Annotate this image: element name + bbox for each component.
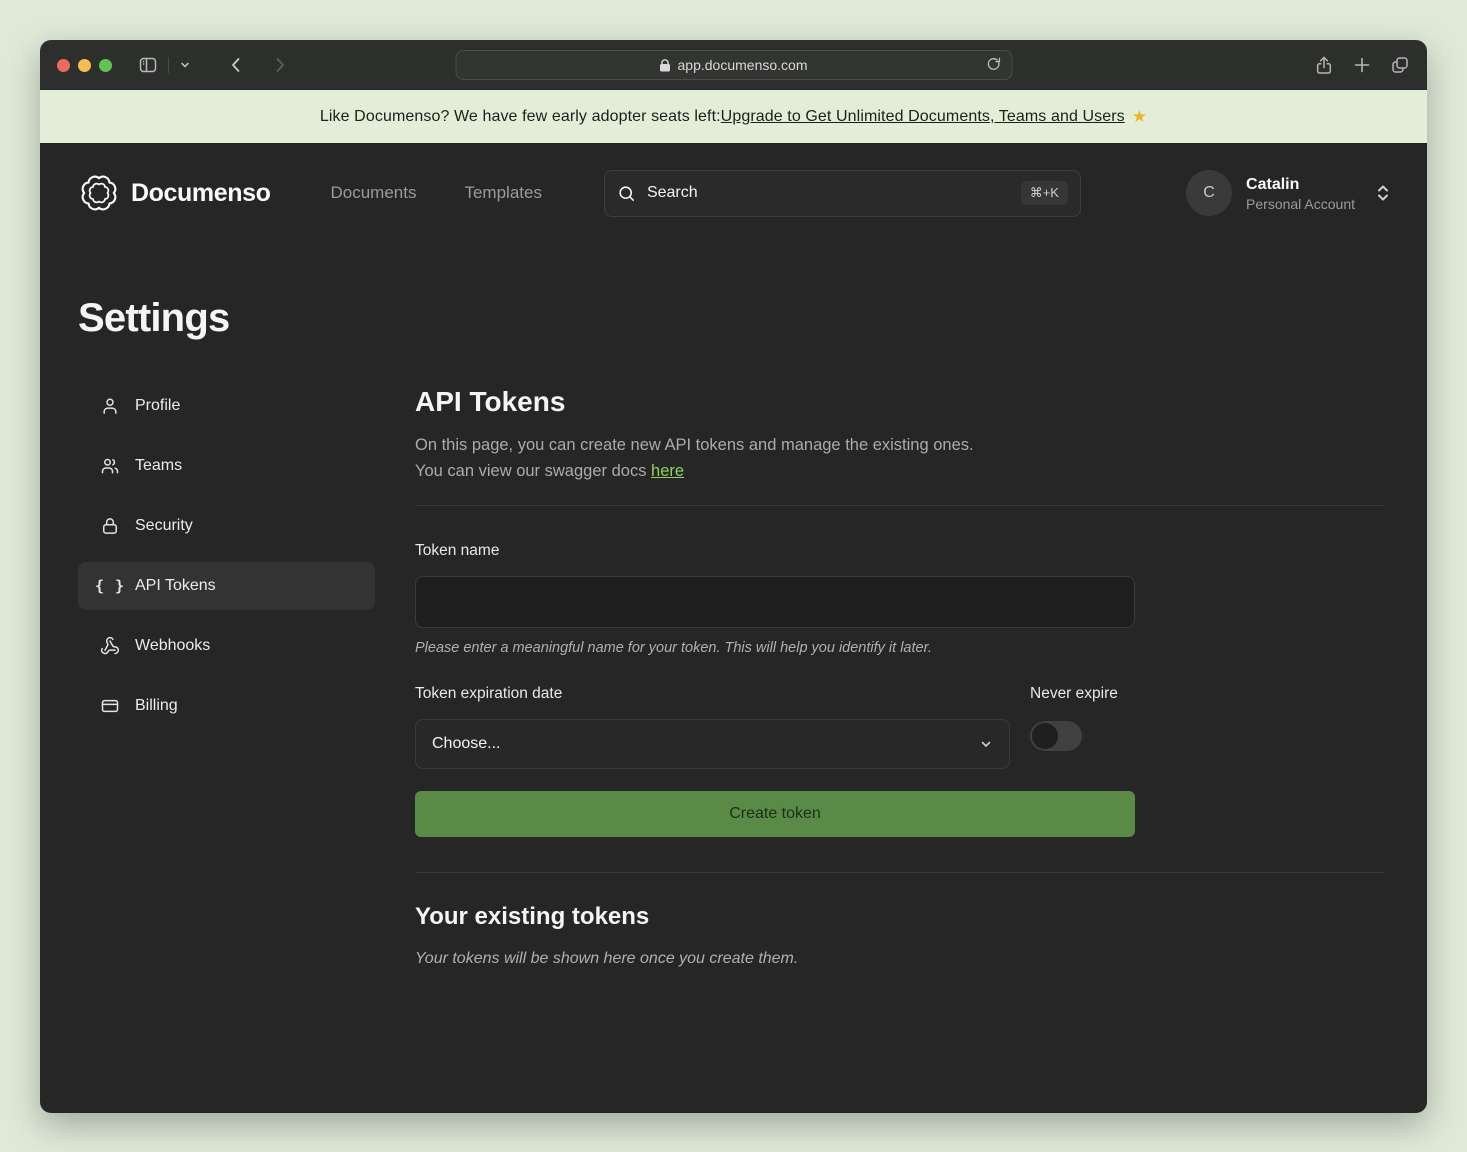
sidebar-item-label: Teams [135,457,182,475]
divider [415,872,1385,873]
close-window-button[interactable] [57,59,70,72]
account-menu[interactable]: C Catalin Personal Account [1186,170,1407,216]
search-input[interactable]: Search ⌘+K [604,170,1081,217]
braces-icon: { } [100,577,120,595]
traffic-lights [40,59,112,72]
chevron-down-icon[interactable] [179,59,191,71]
app-header: Documenso Documents Templates Search ⌘+K… [40,143,1427,243]
sidebar-item-webhooks[interactable]: Webhooks [78,622,375,670]
minimize-window-button[interactable] [78,59,91,72]
tabs-overview-icon[interactable] [1390,55,1410,75]
page-title: Settings [78,296,1427,341]
sidebar-item-label: API Tokens [135,577,216,595]
swagger-docs-link[interactable]: here [651,462,684,480]
existing-tokens-heading: Your existing tokens [415,903,1385,931]
token-name-label: Token name [415,542,1385,560]
api-tokens-panel: API Tokens On this page, you can create … [415,382,1385,968]
never-expire-toggle[interactable] [1030,721,1082,751]
forward-button[interactable] [271,56,289,74]
account-type: Personal Account [1246,195,1355,213]
banner-text: Like Documenso? We have few early adopte… [320,108,721,126]
new-tab-icon[interactable] [1352,55,1372,75]
settings-sidebar: Profile Teams [78,382,375,968]
create-token-button[interactable]: Create token [415,791,1135,837]
sidebar-item-profile[interactable]: Profile [78,382,375,430]
existing-tokens-empty-text: Your tokens will be shown here once you … [415,950,1385,968]
browser-chrome: app.documenso.com [40,40,1427,90]
section-description: On this page, you can create new API tok… [415,432,1385,484]
sidebar-item-teams[interactable]: Teams [78,442,375,490]
token-name-input[interactable] [415,576,1135,628]
chevron-down-icon [979,737,993,751]
section-heading: API Tokens [415,386,1385,418]
avatar: C [1186,170,1232,216]
star-icon: ★ [1132,107,1147,127]
back-button[interactable] [227,56,245,74]
expiration-label: Token expiration date [415,685,1030,703]
chevrons-up-down-icon [1375,184,1391,202]
account-name: Catalin [1246,174,1355,195]
address-bar[interactable]: app.documenso.com [455,50,1012,80]
sidebar-item-label: Billing [135,697,178,715]
documenso-app: Documenso Documents Templates Search ⌘+K… [40,143,1427,1113]
sidebar-item-label: Security [135,517,193,535]
token-name-hint: Please enter a meaningful name for your … [415,640,1385,656]
credit-card-icon [100,696,120,716]
chrome-divider [168,57,169,73]
lock-icon [100,516,120,536]
expiration-select[interactable]: Choose... [415,719,1010,769]
brand[interactable]: Documenso [80,174,270,212]
toggle-knob [1032,723,1058,749]
documenso-logo-icon [80,174,118,212]
never-expire-label: Never expire [1030,685,1118,703]
divider [415,505,1385,506]
nav-documents[interactable]: Documents [330,183,416,203]
browser-window: app.documenso.com [40,40,1427,1113]
sidebar-item-label: Profile [135,397,180,415]
description-line1: On this page, you can create new API tok… [415,436,974,454]
webhook-icon [100,636,120,656]
search-shortcut-badge: ⌘+K [1021,181,1068,205]
share-icon[interactable] [1314,55,1334,75]
sidebar-item-label: Webhooks [135,637,210,655]
expiration-value: Choose... [432,735,500,753]
sidebar-item-security[interactable]: Security [78,502,375,550]
url-text: app.documenso.com [678,57,808,73]
nav-templates[interactable]: Templates [464,183,541,203]
lock-icon [660,59,671,72]
zoom-window-button[interactable] [99,59,112,72]
top-nav: Documents Templates [330,183,541,203]
sidebar-item-api-tokens[interactable]: { } API Tokens [78,562,375,610]
users-icon [100,456,120,476]
sidebar-toggle-icon[interactable] [138,55,158,75]
upgrade-link[interactable]: Upgrade to Get Unlimited Documents, Team… [721,108,1125,126]
user-icon [100,396,120,416]
search-icon [617,184,636,203]
sidebar-item-billing[interactable]: Billing [78,682,375,730]
search-placeholder: Search [647,184,698,202]
brand-name: Documenso [131,179,270,208]
description-line2: You can view our swagger docs [415,462,651,480]
upgrade-banner: Like Documenso? We have few early adopte… [40,90,1427,143]
reload-icon[interactable] [985,56,1002,73]
